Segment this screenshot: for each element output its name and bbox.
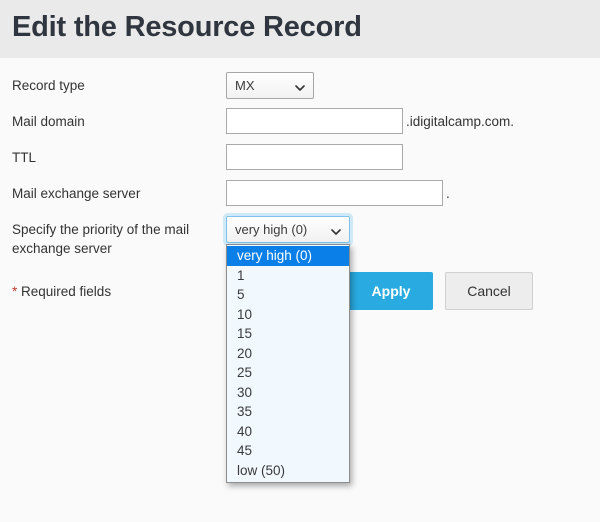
- priority-option[interactable]: 15: [227, 324, 349, 344]
- priority-option[interactable]: low (50): [227, 461, 349, 481]
- mail-exchange-server-input[interactable]: [226, 180, 443, 206]
- field-mail-exchange-server: .: [226, 180, 450, 206]
- apply-button[interactable]: Apply: [349, 272, 433, 310]
- required-fields-label: Required fields: [17, 284, 111, 299]
- priority-select[interactable]: very high (0): [226, 216, 350, 243]
- form-row-record-type: Record type MX: [12, 72, 600, 100]
- mail-exchange-server-suffix: .: [446, 186, 450, 201]
- page-title: Edit the Resource Record: [12, 13, 362, 46]
- required-fields-note: * Required fields: [12, 284, 226, 299]
- priority-option[interactable]: 30: [227, 383, 349, 403]
- priority-option[interactable]: 25: [227, 363, 349, 383]
- form-row-mail-exchange-server: Mail exchange server .: [12, 180, 600, 208]
- chevron-down-icon: [295, 81, 305, 91]
- priority-option[interactable]: 40: [227, 422, 349, 442]
- priority-option[interactable]: 1: [227, 266, 349, 286]
- label-priority: Specify the priority of the mail exchang…: [12, 216, 226, 258]
- field-record-type: MX: [226, 72, 314, 99]
- priority-option[interactable]: 5: [227, 285, 349, 305]
- mail-domain-suffix: .idigitalcamp.com.: [406, 114, 514, 129]
- label-record-type: Record type: [12, 72, 226, 95]
- field-ttl: [226, 144, 403, 170]
- field-priority: very high (0) very high (0) 1 5 10 15 20…: [226, 216, 350, 243]
- priority-dropdown-list[interactable]: very high (0) 1 5 10 15 20 25 30 35 40 4…: [226, 244, 350, 483]
- record-type-selected-value: MX: [235, 78, 255, 93]
- priority-option[interactable]: 10: [227, 305, 349, 325]
- priority-option[interactable]: 45: [227, 441, 349, 461]
- chevron-down-icon: [331, 225, 341, 235]
- resource-record-form: Record type MX Mail domain .idigitalcamp…: [0, 58, 600, 310]
- mail-domain-input[interactable]: [226, 108, 403, 134]
- cancel-button[interactable]: Cancel: [445, 272, 533, 310]
- form-row-ttl: TTL: [12, 144, 600, 172]
- priority-option[interactable]: 35: [227, 402, 349, 422]
- page-header: Edit the Resource Record: [0, 0, 600, 58]
- form-row-priority: Specify the priority of the mail exchang…: [12, 216, 600, 258]
- priority-option[interactable]: very high (0): [227, 246, 349, 266]
- record-type-select[interactable]: MX: [226, 72, 314, 99]
- label-ttl: TTL: [12, 144, 226, 167]
- priority-option[interactable]: 20: [227, 344, 349, 364]
- label-mail-domain: Mail domain: [12, 108, 226, 131]
- priority-selected-value: very high (0): [235, 222, 307, 237]
- form-row-mail-domain: Mail domain .idigitalcamp.com.: [12, 108, 600, 136]
- label-mail-exchange-server: Mail exchange server: [12, 180, 226, 203]
- field-mail-domain: .idigitalcamp.com.: [226, 108, 514, 134]
- ttl-input[interactable]: [226, 144, 403, 170]
